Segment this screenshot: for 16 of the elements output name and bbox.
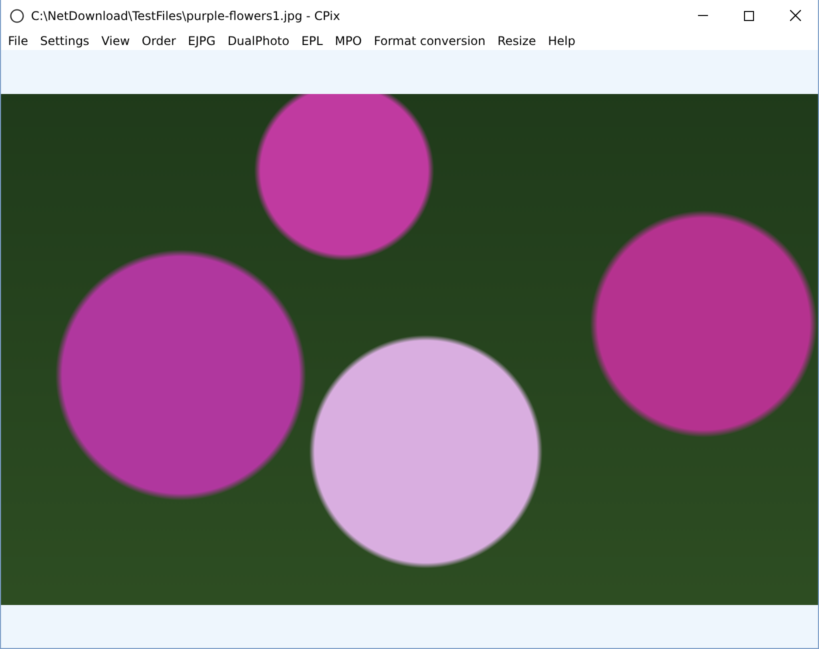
- menu-item[interactable]: File: [2, 34, 34, 48]
- menu-item[interactable]: View: [95, 34, 136, 48]
- menu-item[interactable]: DualPhoto: [222, 34, 296, 48]
- menu-item[interactable]: Order: [136, 34, 182, 48]
- menu-item[interactable]: Settings: [34, 34, 96, 48]
- window-title: C:\NetDownload\TestFiles\purple-flowers1.jpg - CPix: [31, 8, 342, 22]
- minimize-icon: [698, 15, 708, 16]
- menu-item[interactable]: Resize: [492, 34, 542, 48]
- menu-item[interactable]: EPL: [295, 34, 329, 48]
- close-icon: [790, 10, 800, 21]
- menu-item[interactable]: Format conversion: [368, 34, 492, 48]
- app-circle-icon: [10, 8, 24, 22]
- maximize-icon: [744, 10, 754, 20]
- menu-item[interactable]: MPO: [328, 34, 368, 48]
- menu-item[interactable]: Help: [542, 34, 582, 48]
- menu-item[interactable]: EJPG: [182, 34, 222, 48]
